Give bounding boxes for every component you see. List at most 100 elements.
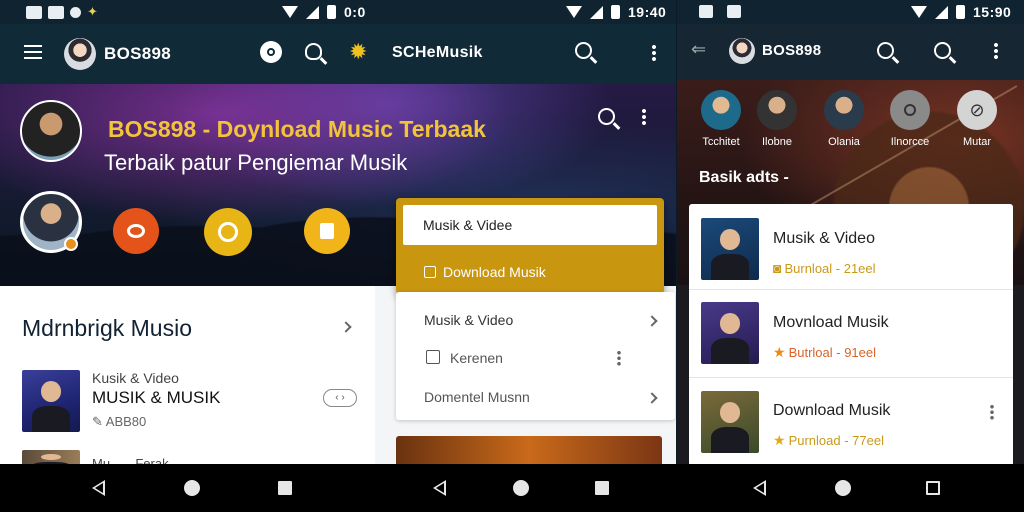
category-1[interactable]: Tcchitet <box>691 90 751 148</box>
item-meta: ✎ ABB80 <box>92 414 147 429</box>
track-thumbnail[interactable] <box>701 302 759 364</box>
menu-card: Musik & Video Kerenen Domentel Musnn <box>396 292 675 420</box>
search-icon[interactable] <box>890 90 930 130</box>
status-right-1: 0:0 <box>282 4 366 20</box>
more-icon[interactable] <box>642 108 646 126</box>
list-item[interactable]: Download Musik ★ Purnload - 77eel <box>689 378 1013 464</box>
category-3[interactable]: Olania <box>814 90 874 148</box>
clock: 19:40 <box>628 4 667 20</box>
back-icon[interactable] <box>433 480 446 496</box>
search-icon[interactable] <box>575 42 592 59</box>
dropdown-selected[interactable]: Musik & Videe <box>403 205 657 245</box>
app-bar: BOS898 ✹ SCHeMusik <box>0 24 676 84</box>
search-icon[interactable] <box>934 42 951 59</box>
list-item[interactable]: Movnload Musik ★ Butrloal - 91eel <box>689 290 1013 378</box>
home-icon[interactable] <box>835 480 851 496</box>
search-icon[interactable] <box>877 42 894 59</box>
system-nav-bar <box>0 464 1024 512</box>
more-icon[interactable] <box>994 42 998 60</box>
section-title: Basik adts - <box>699 169 789 186</box>
artist-avatar[interactable] <box>20 100 82 162</box>
screenshot-stage: ✦ 0:0 19:40 BOS898 ✹ SCHeMusik BOS898 - … <box>0 0 1024 512</box>
signal-icon <box>306 5 319 19</box>
star-icon: ★ <box>773 344 786 360</box>
gear-icon[interactable]: ✹ <box>349 39 367 65</box>
list-item[interactable]: Musik & Video ◙ Burnloal - 21eel <box>689 204 1013 290</box>
menu-row-2[interactable]: Kerenen <box>450 350 503 366</box>
flag-icon[interactable] <box>304 208 350 254</box>
person-icon[interactable] <box>305 43 322 60</box>
wifi-icon <box>282 6 298 18</box>
avatar[interactable] <box>757 90 797 130</box>
category-5[interactable]: ⊘ Mutar <box>947 90 1007 148</box>
back-icon[interactable] <box>753 480 766 496</box>
side-screen: 15:90 ⇐ BOS898 Tcchitet Ilobne Olania Il… <box>677 0 1024 464</box>
next-item-preview: Mu... ...Ferak <box>92 456 169 464</box>
checkbox-icon[interactable] <box>424 266 436 278</box>
wifi-icon <box>911 6 927 18</box>
user-name: BOS898 <box>762 42 822 59</box>
status-bar: 15:90 <box>677 0 1024 24</box>
window-icon <box>699 5 713 18</box>
status-right: 15:90 <box>911 4 1011 20</box>
signal-icon <box>935 5 948 19</box>
chat-bubble-icon[interactable] <box>113 208 159 254</box>
avatar[interactable] <box>64 38 96 70</box>
item-overline: Kusik & Video <box>92 370 179 386</box>
hero-subtitle: Terbaik patur Pengiemar Musik <box>104 150 408 175</box>
avatar[interactable] <box>729 38 755 64</box>
back-arrow-icon[interactable]: ⇐ <box>691 39 706 60</box>
status-bar: ✦ 0:0 19:40 <box>0 0 676 24</box>
search-icon[interactable] <box>598 108 615 125</box>
message-icon <box>48 5 64 19</box>
app-bar: ⇐ BOS898 <box>677 24 1024 80</box>
more-icon[interactable] <box>652 44 656 62</box>
app-icon <box>70 6 81 18</box>
star-icon: ★ <box>773 432 786 448</box>
category-label: Ilnorcce <box>890 136 930 148</box>
list-item-meta: ★ Butrloal - 91eel <box>773 344 877 360</box>
cancel-icon[interactable]: ⊘ <box>957 90 997 130</box>
search-badge-icon[interactable] <box>260 41 282 63</box>
home-icon[interactable] <box>184 480 200 496</box>
clock: 15:90 <box>973 4 1012 20</box>
battery-icon <box>956 5 965 19</box>
list-item-meta: ★ Purnload - 77eel <box>773 432 884 448</box>
image-icon <box>727 5 741 18</box>
badge-icon <box>64 237 78 251</box>
avatar[interactable] <box>824 90 864 130</box>
brand-name: SCHeMusik <box>392 44 483 61</box>
list-item-title: Download Musik <box>773 402 891 419</box>
chevron-right-icon[interactable] <box>646 392 658 404</box>
menu-icon[interactable] <box>24 45 42 59</box>
track-thumbnail[interactable] <box>701 218 759 280</box>
more-icon[interactable] <box>617 350 621 366</box>
code-toggle-icon[interactable]: ‹ › <box>323 389 357 407</box>
menu-row-3[interactable]: Domentel Musnn <box>424 389 530 405</box>
media-card-preview[interactable] <box>396 436 662 464</box>
track-thumbnail[interactable] <box>22 370 80 432</box>
back-icon[interactable] <box>92 480 105 496</box>
track-thumbnail-2[interactable] <box>22 450 80 464</box>
category-label: Olania <box>828 136 860 148</box>
recents-icon[interactable] <box>926 481 940 495</box>
main-screen: ✦ 0:0 19:40 BOS898 ✹ SCHeMusik BOS898 - … <box>0 0 676 464</box>
category-label: Mutar <box>962 136 992 148</box>
badge-icon: ◙ <box>773 260 782 276</box>
category-4[interactable]: Ilnorcce <box>880 90 940 148</box>
chevron-right-icon[interactable] <box>646 315 658 327</box>
section-title: Mdrnbrigk Musio <box>22 315 192 341</box>
home-icon[interactable] <box>513 480 529 496</box>
clock: 0:0 <box>344 4 366 20</box>
avatar[interactable] <box>701 90 741 130</box>
pen-icon: ✎ <box>92 414 106 429</box>
track-thumbnail[interactable] <box>701 391 759 453</box>
recents-icon[interactable] <box>595 481 609 495</box>
dropdown-option[interactable]: Download Musik <box>424 264 546 280</box>
dial-icon[interactable] <box>204 208 252 256</box>
menu-row-1[interactable]: Musik & Video <box>424 312 513 328</box>
image-icon <box>26 5 42 19</box>
category-2[interactable]: Ilobne <box>747 90 807 148</box>
more-icon[interactable] <box>990 404 994 420</box>
recents-icon[interactable] <box>278 481 292 495</box>
